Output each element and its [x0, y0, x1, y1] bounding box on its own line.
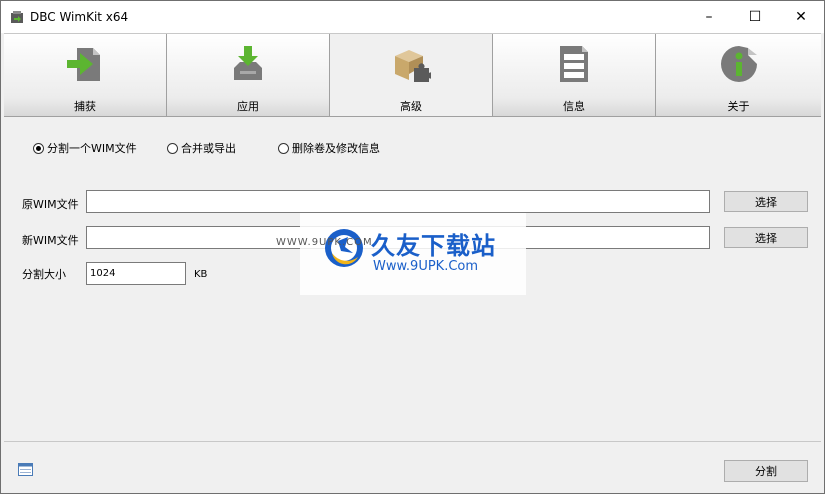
- watermark-overlay: WWW.9UPK.COM 久友下载站 Www.9UPK.Com: [276, 213, 526, 295]
- split-button[interactable]: 分割: [724, 460, 808, 482]
- split-size-label: 分割大小: [22, 268, 66, 281]
- window-title: DBC WimKit x64: [30, 10, 129, 24]
- watermark-title: 久友下载站: [371, 232, 496, 260]
- radio-delete-volume-label: 删除卷及修改信息: [292, 142, 380, 155]
- tab-capture[interactable]: 捕获: [4, 34, 167, 116]
- radio-split[interactable]: 分割一个WIM文件: [33, 140, 137, 156]
- close-button[interactable]: ✕: [778, 1, 824, 33]
- source-wim-label: 原WIM文件: [22, 198, 79, 211]
- target-select-button[interactable]: 选择: [724, 227, 808, 248]
- watermark-logo-icon: [325, 229, 363, 267]
- radio-delete-volume[interactable]: 删除卷及修改信息: [278, 140, 380, 156]
- maximize-button[interactable]: ☐: [732, 1, 778, 33]
- radio-indicator[interactable]: [278, 142, 289, 154]
- main-toolbar: 捕获 应用 高级 信息 关于: [4, 33, 821, 117]
- document-list-icon: [560, 46, 588, 82]
- radio-merge-export-label: 合并或导出: [181, 142, 236, 155]
- title-bar[interactable]: DBC WimKit x64 – ☐ ✕: [1, 1, 824, 33]
- status-divider: [4, 441, 821, 442]
- tab-apply[interactable]: 应用: [167, 34, 330, 116]
- app-icon: [11, 11, 23, 23]
- source-select-button[interactable]: 选择: [724, 191, 808, 212]
- split-size-input[interactable]: [86, 262, 186, 285]
- arrow-into-page-icon: [67, 48, 100, 81]
- tab-about[interactable]: 关于: [656, 34, 821, 116]
- window-layout-icon[interactable]: [18, 463, 33, 476]
- radio-split-label: 分割一个WIM文件: [47, 142, 137, 155]
- tab-advanced[interactable]: 高级: [330, 34, 493, 116]
- radio-merge-export[interactable]: 合并或导出: [167, 140, 236, 156]
- download-tray-icon: [234, 46, 262, 80]
- split-size-unit: KB: [194, 269, 208, 280]
- target-wim-label: 新WIM文件: [22, 234, 79, 247]
- app-window: DBC WimKit x64 – ☐ ✕ 捕获 应用 高级 信息 关于 分割一个…: [0, 0, 825, 494]
- watermark-url: Www.9UPK.Com: [373, 259, 479, 274]
- radio-indicator[interactable]: [33, 142, 44, 154]
- info-circle-icon: [720, 46, 757, 82]
- box-puzzle-icon: [395, 50, 431, 82]
- tab-advanced-label: 高级: [400, 100, 422, 113]
- radio-indicator[interactable]: [167, 142, 178, 154]
- tab-info-label: 信息: [563, 100, 585, 113]
- tab-apply-label: 应用: [237, 100, 259, 113]
- tab-info[interactable]: 信息: [493, 34, 656, 116]
- minimize-button[interactable]: –: [686, 1, 732, 33]
- tab-about-label: 关于: [727, 100, 750, 113]
- source-wim-input[interactable]: [86, 190, 710, 213]
- tab-capture-label: 捕获: [74, 100, 96, 113]
- watermark-small-text: WWW.9UPK.COM: [276, 237, 373, 248]
